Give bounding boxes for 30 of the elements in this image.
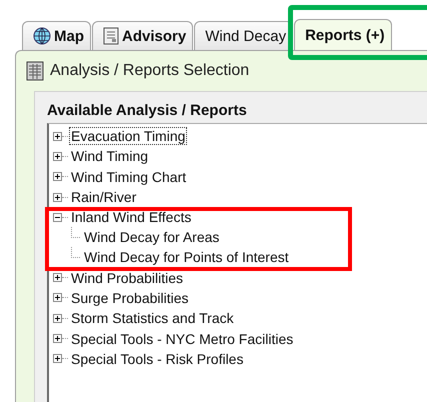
tree-item[interactable]: Special Tools - Risk Profiles	[69, 350, 246, 368]
tree-item[interactable]: Storm Statistics and Track	[69, 309, 236, 328]
expand-icon[interactable]	[53, 334, 62, 344]
expand-icon[interactable]	[53, 132, 62, 141]
expand-icon[interactable]	[53, 354, 62, 364]
tree-item[interactable]: Wind Decay for Areas	[82, 228, 222, 246]
tab[interactable]: Map	[22, 21, 91, 50]
expand-icon[interactable]	[53, 172, 62, 182]
tree-item[interactable]: Wind Timing Chart	[69, 168, 188, 186]
document-icon	[103, 27, 119, 45]
tab[interactable]: Reports (+)	[294, 19, 392, 50]
tree-item[interactable]: Wind Timing	[69, 147, 150, 166]
tree-item[interactable]: Evacuation Timing	[69, 127, 188, 146]
panel-title: Analysis / Reports Selection	[50, 62, 250, 80]
globe-icon	[33, 27, 51, 45]
group-title: Available Analysis / Reports	[47, 102, 248, 119]
expand-icon[interactable]	[53, 152, 62, 161]
collapse-icon[interactable]	[53, 212, 62, 222]
tab[interactable]: Advisory	[92, 21, 194, 50]
expand-icon[interactable]	[53, 293, 62, 302]
expand-icon[interactable]	[53, 314, 62, 323]
expand-icon[interactable]	[53, 273, 62, 282]
expand-icon[interactable]	[53, 192, 62, 202]
tree-item[interactable]: Special Tools - NYC Metro Facilities	[69, 330, 296, 348]
tree-item[interactable]: Wind Decay for Points of Interest	[82, 248, 291, 266]
report-icon	[26, 61, 44, 81]
tree-item[interactable]: Surge Probabilities	[69, 288, 191, 307]
tree-item[interactable]: Inland Wind Effects	[69, 208, 194, 226]
tree-item[interactable]: Rain/River	[69, 188, 138, 206]
tree-item[interactable]: Wind Probabilities	[69, 268, 186, 287]
